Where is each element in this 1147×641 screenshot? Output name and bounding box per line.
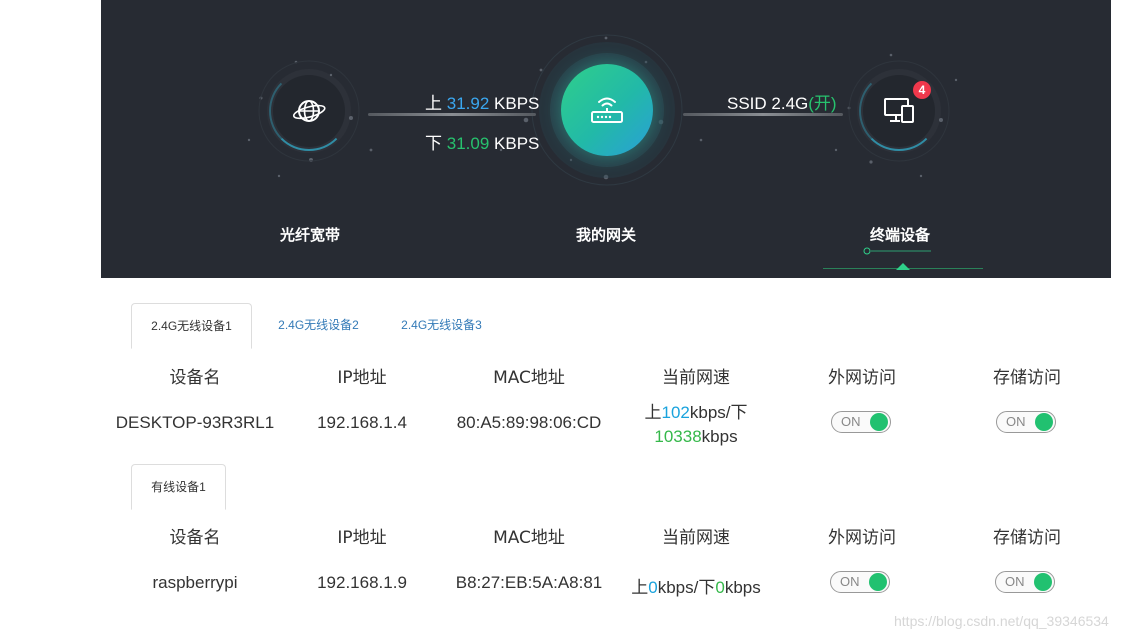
header-internet-access: 外网访问 <box>828 368 896 388</box>
storage-access-toggle[interactable]: ON <box>996 411 1056 433</box>
toggle-knob <box>1035 413 1053 431</box>
toggle-knob <box>869 573 887 591</box>
upload-unit: KBPS <box>494 94 540 113</box>
gateway-label: 我的网关 <box>575 226 636 244</box>
tab-wireless-1[interactable]: 2.4G无线设备1 <box>131 303 252 349</box>
download-value: 31.09 <box>446 134 490 153</box>
fiber-label: 光纤宽带 <box>279 226 340 244</box>
up-prefix: 上 <box>631 578 649 597</box>
header-mac: MAC地址 <box>493 528 565 548</box>
ssid-status: SSID 2.4G(开) <box>727 89 837 114</box>
watermark: https://blog.csdn.net/qq_39346534 <box>894 613 1109 629</box>
header-storage-access: 存储访问 <box>993 368 1061 388</box>
storage-access-toggle[interactable]: ON <box>995 571 1055 593</box>
globe-icon <box>273 75 345 147</box>
upload-speed: 上 31.92 KBPS <box>425 89 539 114</box>
selected-section-arrow <box>896 263 910 270</box>
toggle-knob <box>1034 573 1052 591</box>
wireless-tab-bar: 2.4G无线设备1 2.4G无线设备2 2.4G无线设备3 <box>131 303 511 349</box>
tab-wired-1[interactable]: 有线设备1 <box>131 464 226 510</box>
header-internet-access: 外网访问 <box>828 528 896 548</box>
download-unit: KBPS <box>494 134 540 153</box>
tab-wireless-3[interactable]: 2.4G无线设备3 <box>383 303 500 347</box>
header-ip: IP地址 <box>337 528 387 548</box>
up-value: 0 <box>648 578 658 597</box>
device-mac: B8:27:EB:5A:A8:81 <box>455 573 603 592</box>
device-speed: 上0kbps/下0kbps <box>616 573 776 598</box>
device-mac: 80:A5:89:98:06:CD <box>456 413 602 432</box>
down-unit: kbps <box>701 427 738 446</box>
device-speed: 上102kbps/下 10338kbps <box>621 401 771 449</box>
device-ip: 192.168.1.4 <box>317 413 407 432</box>
toggle-label: ON <box>841 414 861 429</box>
download-speed: 下 31.09 KBPS <box>425 129 539 154</box>
device-name: raspberrypi <box>152 573 238 592</box>
device-ip: 192.168.1.9 <box>317 573 407 592</box>
device-name: DESKTOP-93R3RL1 <box>115 413 275 432</box>
terminal-indicator <box>863 247 931 255</box>
up-value: 102 <box>661 403 690 422</box>
header-speed: 当前网速 <box>662 528 730 548</box>
header-speed: 当前网速 <box>662 368 730 388</box>
download-prefix: 下 <box>425 134 442 153</box>
header-device-name: 设备名 <box>169 368 221 388</box>
router-icon <box>561 64 653 156</box>
up-unit: kbps/下 <box>657 578 716 597</box>
upload-prefix: 上 <box>425 94 442 113</box>
header-device-name: 设备名 <box>169 528 221 548</box>
up-prefix: 上 <box>644 403 662 422</box>
down-value: 10338 <box>654 427 702 446</box>
toggle-label: ON <box>840 574 860 589</box>
internet-access-toggle[interactable]: ON <box>830 571 890 593</box>
up-unit: kbps/下 <box>689 403 748 422</box>
down-value: 0 <box>715 578 725 597</box>
header-mac: MAC地址 <box>493 368 565 388</box>
ssid-state: (开) <box>808 94 837 113</box>
upload-value: 31.92 <box>446 94 490 113</box>
terminal-label: 终端设备 <box>869 226 930 244</box>
tab-wireless-2[interactable]: 2.4G无线设备2 <box>260 303 377 347</box>
header-storage-access: 存储访问 <box>993 528 1061 548</box>
down-unit: kbps <box>724 578 761 597</box>
network-overview-panel: 4 上 31.92 KBPS 下 31.09 KBPS SSID 2.4G(开)… <box>101 0 1111 278</box>
device-count-badge: 4 <box>913 81 931 99</box>
header-ip: IP地址 <box>337 368 387 388</box>
internet-access-toggle[interactable]: ON <box>831 411 891 433</box>
ssid-text: SSID 2.4G <box>727 94 809 113</box>
toggle-label: ON <box>1006 414 1026 429</box>
wired-tab-bar: 有线设备1 <box>131 464 231 510</box>
toggle-label: ON <box>1005 574 1025 589</box>
toggle-knob <box>870 413 888 431</box>
